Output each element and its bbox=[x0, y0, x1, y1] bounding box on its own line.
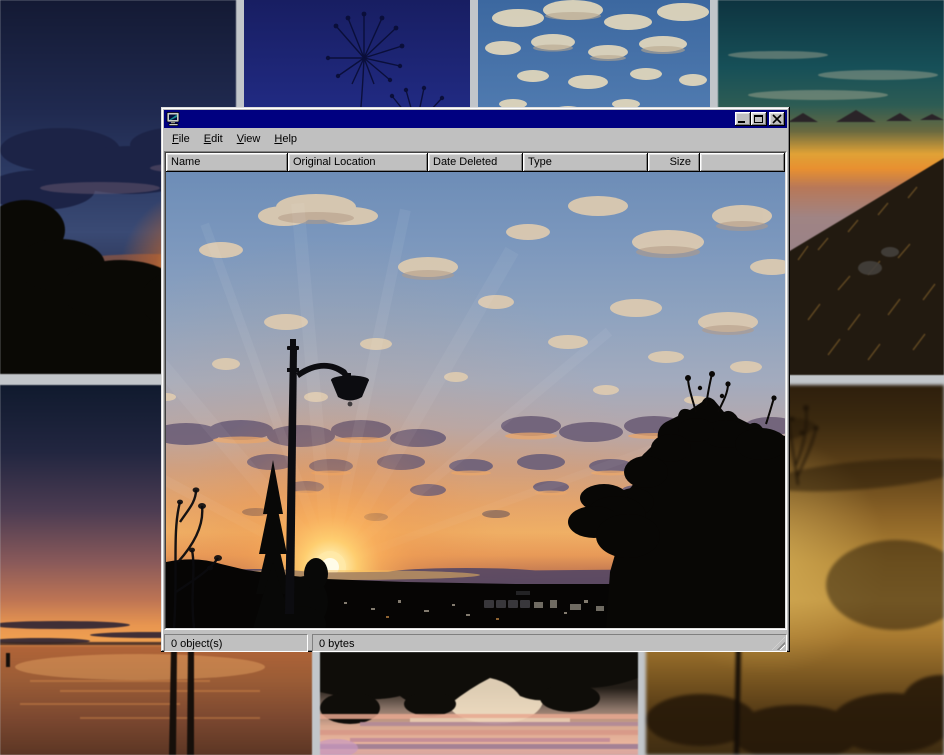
list-viewport-sunset-photo[interactable] bbox=[166, 172, 785, 628]
maximize-button[interactable] bbox=[751, 112, 767, 126]
column-header-original-location[interactable]: Original Location bbox=[288, 153, 428, 172]
sunset-lamp-photo bbox=[166, 172, 785, 628]
maximize-icon bbox=[754, 115, 763, 123]
column-header-row: Name Original Location Date Deleted Type… bbox=[166, 153, 785, 172]
column-header-name[interactable]: Name bbox=[166, 153, 288, 172]
minimize-icon bbox=[738, 121, 745, 123]
close-icon bbox=[771, 114, 783, 124]
column-header-size[interactable]: Size bbox=[648, 153, 700, 172]
recycle-bin-window: File Edit View Help Name Original Locati… bbox=[161, 107, 790, 652]
minimize-button[interactable] bbox=[735, 112, 751, 126]
list-view[interactable]: Name Original Location Date Deleted Type… bbox=[164, 151, 787, 630]
menu-edit[interactable]: Edit bbox=[197, 130, 230, 149]
column-header-date-deleted[interactable]: Date Deleted bbox=[428, 153, 523, 172]
bg-photo-ripple-reflection bbox=[320, 652, 638, 755]
menu-view[interactable]: View bbox=[230, 130, 268, 149]
menu-file[interactable]: File bbox=[165, 130, 197, 149]
title-bar[interactable] bbox=[164, 110, 787, 128]
status-bar: 0 object(s) 0 bytes bbox=[164, 630, 787, 652]
status-total-size: 0 bytes bbox=[312, 634, 787, 652]
bg-photo-ripple-reflection-art bbox=[320, 652, 638, 755]
menu-help[interactable]: Help bbox=[267, 130, 304, 149]
status-object-count: 0 object(s) bbox=[164, 634, 308, 652]
list-view-inner: Name Original Location Date Deleted Type… bbox=[165, 152, 786, 629]
menu-bar: File Edit View Help bbox=[164, 128, 787, 151]
close-button[interactable] bbox=[769, 112, 785, 126]
computer-icon[interactable] bbox=[166, 112, 181, 126]
column-header-blank[interactable] bbox=[700, 153, 785, 172]
column-header-type[interactable]: Type bbox=[523, 153, 648, 172]
